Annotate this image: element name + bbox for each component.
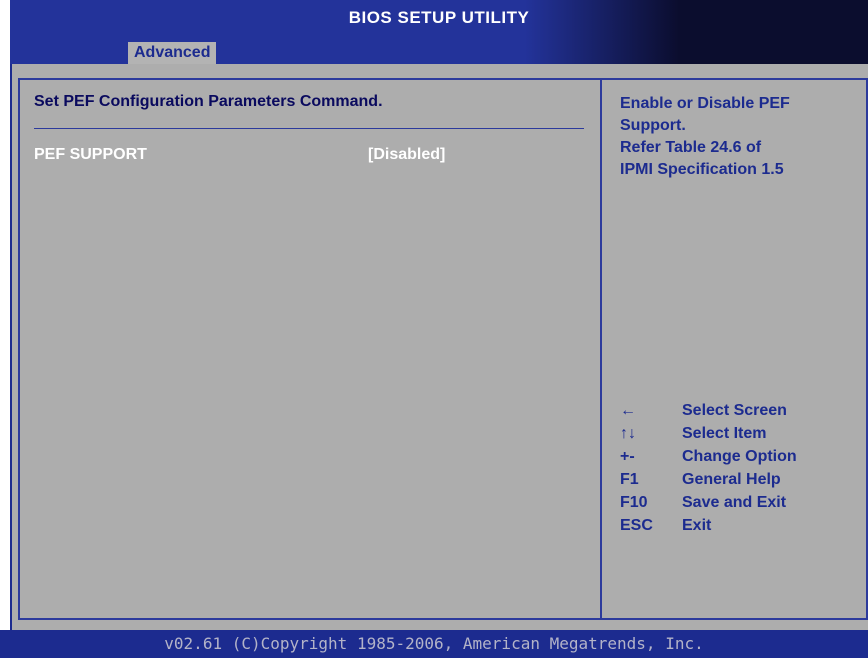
option-pef-support-value[interactable]: [Disabled] (368, 146, 445, 164)
key-row-general-help: F1 General Help (620, 471, 860, 494)
section-heading: Set PEF Configuration Parameters Command… (34, 93, 383, 110)
key-desc: Save and Exit (682, 494, 787, 511)
help-panel: Enable or Disable PEF Support. Refer Tab… (620, 93, 865, 181)
help-line: Support. (620, 117, 686, 134)
tab-advanced[interactable]: Advanced (128, 42, 217, 64)
help-line: IPMI Specification 1.5 (620, 161, 784, 178)
key-legend: ← Select Screen ↑↓ Select Item +- Change… (620, 402, 860, 540)
key-row-change-option: +- Change Option (620, 448, 860, 471)
key-desc: Select Screen (682, 402, 787, 419)
key-desc: General Help (682, 471, 781, 488)
panel-divider (600, 78, 602, 620)
key-plus-minus: +- (620, 448, 635, 465)
key-desc: Select Item (682, 425, 767, 442)
key-row-select-item: ↑↓ Select Item (620, 425, 860, 448)
key-desc: Exit (682, 517, 712, 534)
key-row-save-exit: F10 Save and Exit (620, 494, 860, 517)
key-f1: F1 (620, 471, 639, 488)
option-pef-support-label[interactable]: PEF SUPPORT (34, 146, 147, 164)
left-edge (0, 0, 10, 658)
up-down-arrow-icon: ↑↓ (620, 425, 636, 442)
heading-rule (34, 128, 584, 129)
key-row-select-screen: ← Select Screen (620, 402, 860, 425)
copyright-footer: v02.61 (C)Copyright 1985-2006, American … (0, 630, 868, 658)
key-row-exit: ESC Exit (620, 517, 860, 540)
title-bar: BIOS SETUP UTILITY Advanced (10, 0, 868, 64)
key-f10: F10 (620, 494, 648, 511)
help-line: Refer Table 24.6 of (620, 139, 762, 156)
window-title: BIOS SETUP UTILITY (348, 8, 530, 27)
key-desc: Change Option (682, 448, 797, 465)
left-arrow-icon: ← (620, 402, 636, 419)
help-line: Enable or Disable PEF (620, 95, 790, 112)
key-esc: ESC (620, 517, 653, 534)
